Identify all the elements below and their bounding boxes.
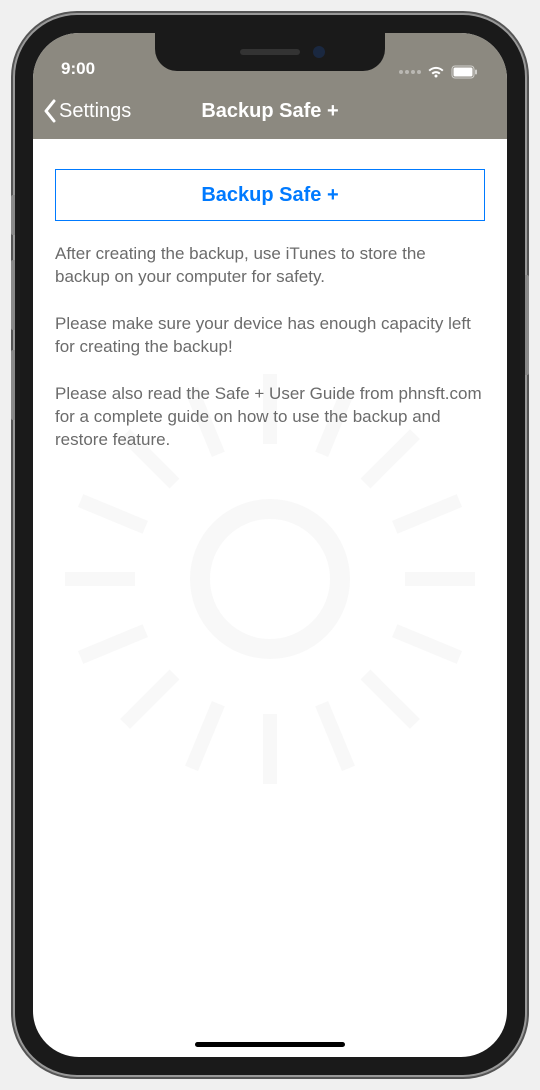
status-icons	[399, 65, 479, 79]
info-text: Please also read the Safe + User Guide f…	[55, 383, 485, 452]
phone-power-button	[525, 275, 529, 375]
phone-mute-switch	[11, 195, 15, 235]
content-area: Backup Safe + After creating the backup,…	[33, 139, 507, 1017]
phone-volume-down	[11, 350, 15, 420]
status-time: 9:00	[61, 59, 95, 79]
phone-screen: 9:00	[33, 33, 507, 1057]
back-label: Settings	[59, 100, 131, 123]
chevron-left-icon	[43, 99, 57, 123]
notch-speaker	[240, 49, 300, 55]
back-button[interactable]: Settings	[33, 99, 131, 123]
info-text: Please make sure your device has enough …	[55, 313, 485, 359]
phone-frame: 9:00	[15, 15, 525, 1075]
nav-bar: Settings Backup Safe +	[33, 83, 507, 139]
wifi-icon	[427, 65, 445, 79]
notch-camera	[313, 46, 325, 58]
backup-button[interactable]: Backup Safe +	[55, 169, 485, 221]
home-indicator[interactable]	[195, 1042, 345, 1047]
info-text: After creating the backup, use iTunes to…	[55, 243, 485, 289]
phone-volume-up	[11, 260, 15, 330]
battery-icon	[451, 65, 479, 79]
page-title: Backup Safe +	[201, 100, 338, 123]
notch	[155, 33, 385, 71]
signal-dots-icon	[399, 70, 421, 74]
